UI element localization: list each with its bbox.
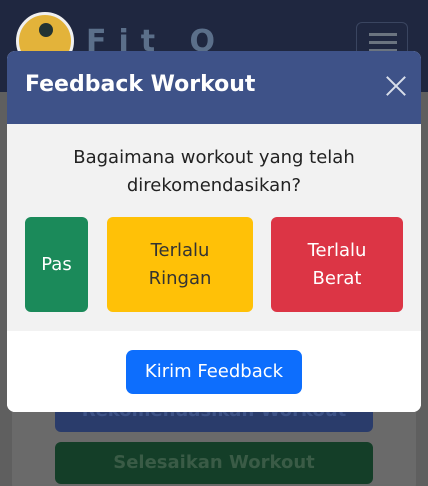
feedback-question: Bagaimana workout yang telah direkomenda… [47,144,381,200]
person-icon [39,23,53,37]
modal-footer: Kirim Feedback [7,331,421,412]
submit-feedback-button[interactable]: Kirim Feedback [126,350,302,394]
option-pas-label: Pas [41,253,72,275]
option-terlalu-ringan-button[interactable]: Terlalu Ringan [107,217,253,312]
hamburger-icon [369,33,397,36]
question-line-2: direkomendasikan? [126,175,302,196]
modal-body: Bagaimana workout yang telah direkomenda… [7,124,421,331]
option-berat-label-2: Berat [312,267,362,289]
option-pas-button[interactable]: Pas [25,217,88,312]
feedback-modal: Feedback Workout Bagaimana workout yang … [7,51,421,412]
option-terlalu-berat-button[interactable]: Terlalu Berat [271,217,403,312]
finish-workout-button[interactable]: Selesaikan Workout [55,442,373,484]
modal-title: Feedback Workout [25,72,256,97]
close-icon[interactable] [383,73,409,99]
option-berat-label-1: Terlalu [307,239,367,261]
option-ringan-label-1: Terlalu [150,239,210,261]
option-ringan-label-2: Ringan [148,267,212,289]
modal-header: Feedback Workout [7,51,421,124]
question-line-1: Bagaimana workout yang telah [73,147,355,168]
